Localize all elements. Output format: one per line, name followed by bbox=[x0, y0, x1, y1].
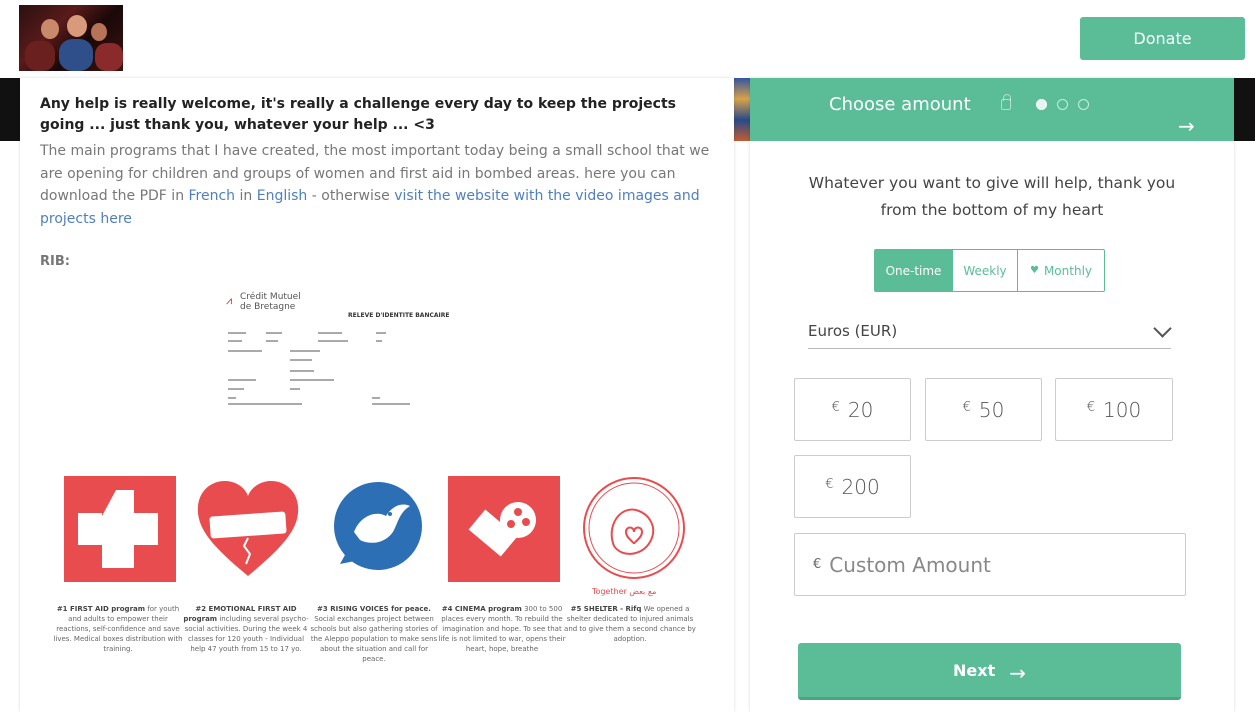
frequency-weekly[interactable]: Weekly bbox=[953, 250, 1018, 291]
step-dot-active bbox=[1036, 99, 1047, 110]
program-title: #3 RISING VOICES for peace. bbox=[317, 605, 431, 613]
animal-shelter-icon bbox=[583, 477, 685, 579]
program-title: #5 SHELTER - Rifq bbox=[570, 605, 642, 613]
rib-label: RIB: bbox=[40, 254, 70, 269]
arrow-right-icon: → bbox=[1009, 661, 1026, 685]
frequency-toggle: One-time Weekly ♥ Monthly bbox=[874, 249, 1105, 292]
pdf-english-link[interactable]: English bbox=[257, 188, 308, 204]
bank-name-line: de Bretagne bbox=[240, 302, 296, 312]
together-badge: Together مع بعض bbox=[592, 587, 657, 596]
program-caption: #1 FIRST AID program for youth and adult… bbox=[52, 604, 184, 654]
amount-value: 50 bbox=[978, 397, 1005, 422]
pdf-french-link[interactable]: French bbox=[189, 188, 236, 204]
story-text: in bbox=[235, 188, 257, 204]
amount-value: 100 bbox=[1103, 397, 1142, 422]
banner-edge bbox=[0, 78, 20, 141]
euro-symbol: € bbox=[962, 400, 971, 415]
currency-select[interactable]: Euros (EUR) bbox=[808, 316, 1172, 349]
story-text: - otherwise bbox=[307, 188, 395, 204]
amount-option[interactable]: €50 bbox=[925, 378, 1042, 441]
program-title: #1 FIRST AID program bbox=[56, 605, 146, 613]
step-dot bbox=[1078, 99, 1089, 110]
currency-value: Euros (EUR) bbox=[808, 322, 898, 340]
donate-button[interactable]: Donate bbox=[1080, 17, 1245, 60]
next-button[interactable]: Next → bbox=[798, 643, 1181, 700]
donation-form: Choose amount → Whatever you want to giv… bbox=[750, 78, 1234, 712]
amount-option[interactable]: €200 bbox=[794, 455, 911, 518]
euro-symbol: € bbox=[825, 477, 834, 492]
program-text: Social exchanges project between schools… bbox=[310, 615, 438, 663]
first-aid-cross-icon bbox=[64, 476, 176, 582]
amount-option[interactable]: €20 bbox=[794, 378, 911, 441]
amount-value: 20 bbox=[847, 397, 874, 422]
bank-name-line: Crédit Mutuel bbox=[240, 292, 301, 302]
campaign-story: Any help is really welcome, it's really … bbox=[20, 78, 734, 712]
program-caption: #2 EMOTIONAL FIRST AID program including… bbox=[180, 604, 312, 654]
next-label: Next bbox=[953, 660, 996, 680]
program-caption: #4 CINEMA program 300 to 500 places ever… bbox=[436, 604, 568, 654]
thank-you-text: Whatever you want to give will help, tha… bbox=[808, 174, 1176, 219]
story-description: The main programs that I have created, t… bbox=[40, 140, 710, 230]
top-bar: Donate bbox=[0, 0, 1255, 78]
frequency-monthly-label: Monthly bbox=[1043, 263, 1092, 278]
frequency-monthly[interactable]: ♥ Monthly bbox=[1018, 250, 1104, 291]
euro-symbol: € bbox=[1086, 400, 1096, 415]
rib-document-image: ⩘ Crédit Mutuel de Bretagne RELEVE D'IDE… bbox=[226, 288, 496, 423]
program-caption: #5 SHELTER - Rifq We opened a shelter de… bbox=[564, 604, 696, 644]
chevron-down-icon bbox=[1153, 319, 1172, 338]
bandaged-heart-icon bbox=[197, 481, 299, 576]
arrow-right-icon[interactable]: → bbox=[1178, 114, 1195, 138]
lock-icon bbox=[1001, 94, 1011, 110]
program-caption: #3 RISING VOICES for peace. Social excha… bbox=[308, 604, 440, 664]
dove-icon bbox=[334, 482, 422, 570]
amount-value: 200 bbox=[841, 474, 880, 499]
heart-icon: ♥ bbox=[1029, 265, 1039, 276]
amount-option[interactable]: €100 bbox=[1055, 378, 1173, 441]
rib-title: RELEVE D'IDENTITE BANCAIRE bbox=[348, 312, 450, 319]
custom-amount-placeholder: Custom Amount bbox=[829, 552, 991, 577]
frequency-one-time[interactable]: One-time bbox=[875, 250, 953, 291]
euro-symbol: € bbox=[813, 557, 822, 572]
step-title: Choose amount bbox=[829, 94, 971, 115]
bank-name: Crédit Mutuel de Bretagne bbox=[240, 292, 301, 312]
programs-infographic: #1 FIRST AID program for youth and adult… bbox=[53, 464, 726, 704]
bank-logo-icon: ⩘ bbox=[226, 294, 233, 307]
program-title: #4 CINEMA program bbox=[441, 605, 522, 613]
film-reel-icon bbox=[448, 476, 560, 582]
story-lead: Any help is really welcome, it's really … bbox=[40, 96, 676, 133]
donation-header: Choose amount → bbox=[750, 78, 1234, 141]
custom-amount-input[interactable]: € Custom Amount bbox=[794, 533, 1186, 596]
campaign-photo bbox=[19, 5, 123, 71]
banner-edge bbox=[1234, 78, 1255, 141]
step-dot bbox=[1057, 99, 1068, 110]
euro-symbol: € bbox=[831, 400, 840, 415]
banner-image-strip bbox=[734, 78, 750, 141]
